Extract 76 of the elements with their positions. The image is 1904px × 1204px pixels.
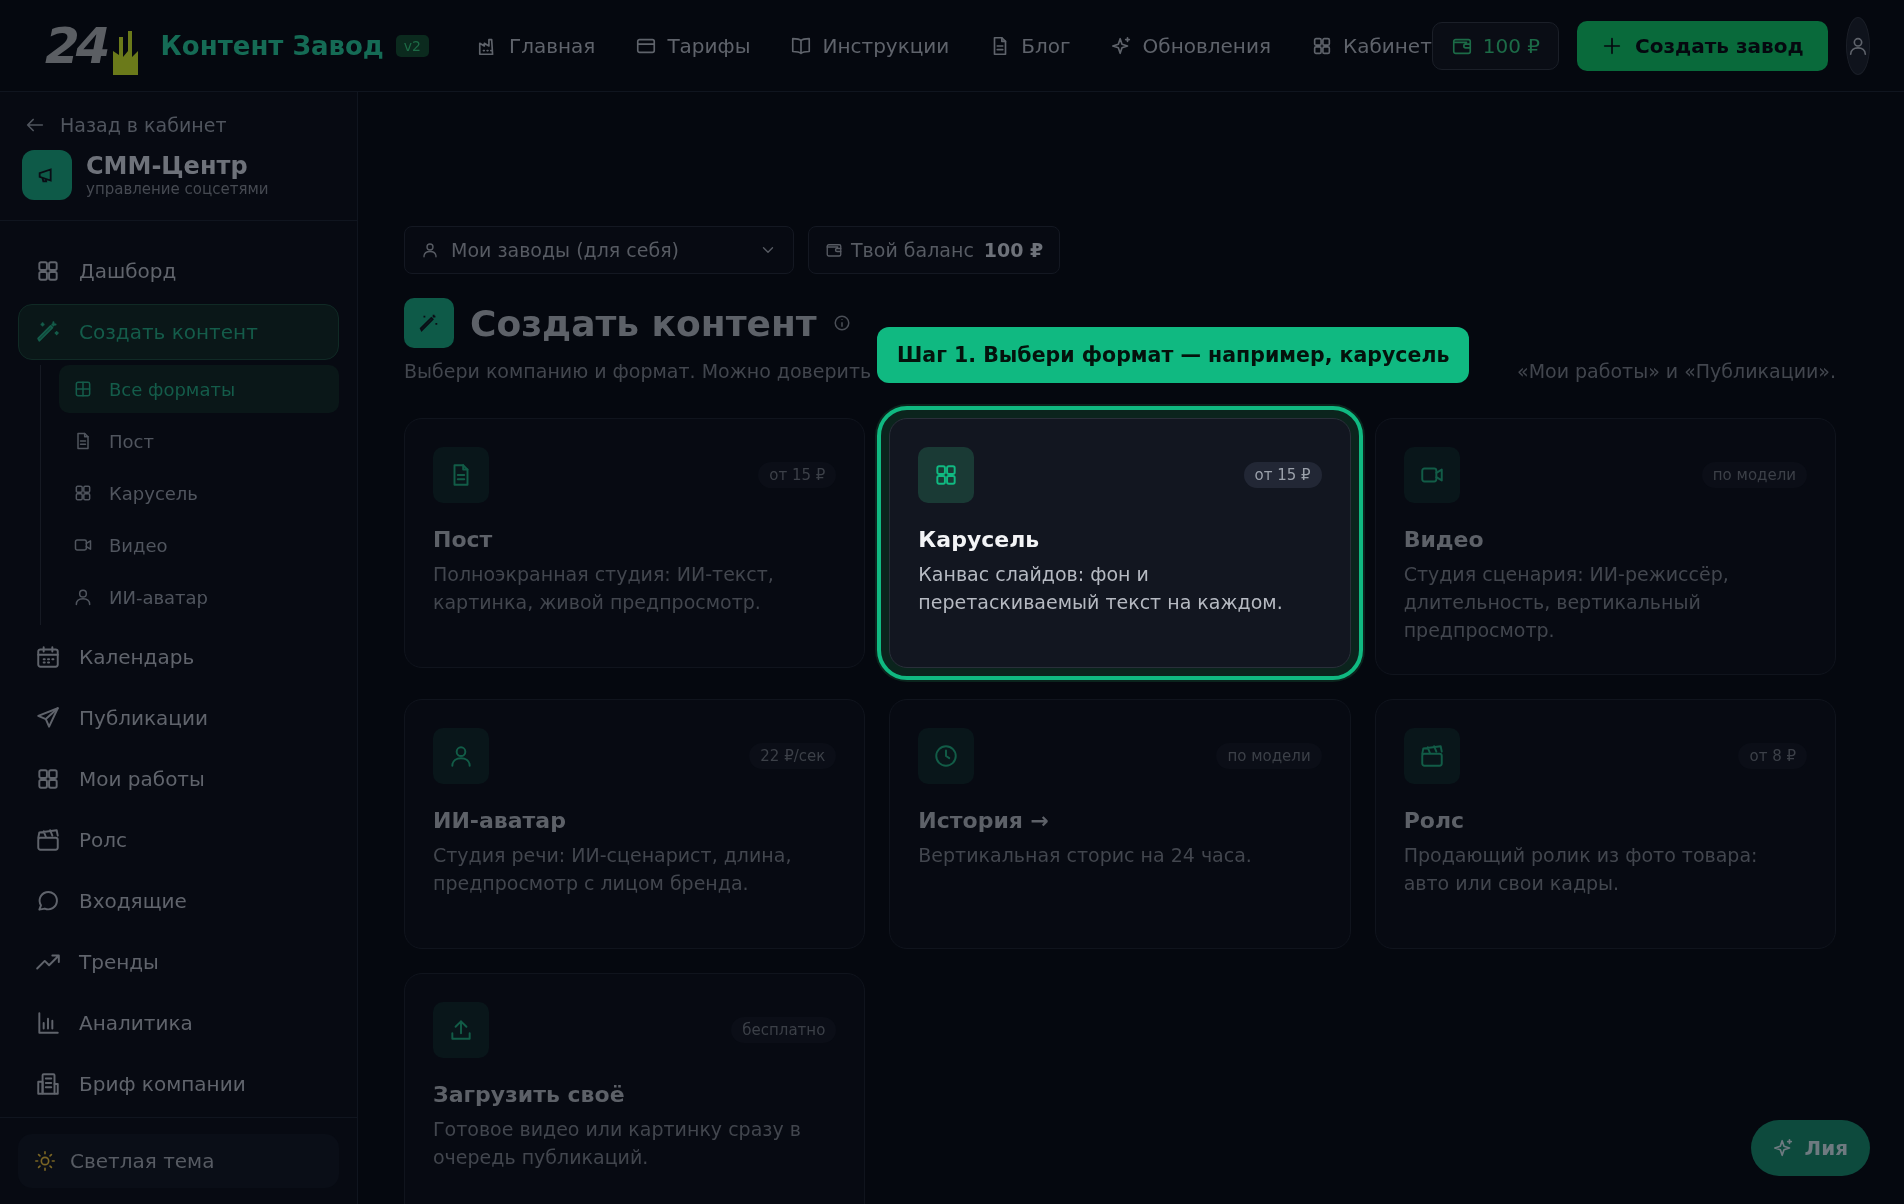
sidebar-item[interactable]: Тренды <box>18 934 339 990</box>
clapperboard-icon <box>35 827 61 853</box>
company-subtitle: управление соцсетями <box>86 180 269 198</box>
megaphone-icon <box>22 150 72 200</box>
theme-toggle[interactable]: Светлая тема <box>18 1134 339 1188</box>
sidebar-subitem[interactable]: Пост <box>59 417 339 465</box>
nav-link[interactable]: Обновления <box>1110 33 1271 58</box>
grid-icon <box>73 483 93 503</box>
card-title: Видео <box>1403 527 1485 552</box>
sidebar-subitem[interactable]: Все форматы <box>59 365 339 413</box>
sidebar-item[interactable]: Мои работы <box>18 751 339 807</box>
upload-icon <box>448 1017 474 1043</box>
page-subtitle: «Мои работы» и «Публикации». <box>1517 360 1836 382</box>
sidebar-item[interactable]: Аналитика <box>18 995 339 1051</box>
balance-chip: Твой баланс 100 ₽ <box>808 226 1061 274</box>
card-title: ИИ-аватар <box>433 808 567 833</box>
table-icon <box>73 379 93 399</box>
card-description: Полноэкранная студия: ИИ-текст, картинка, живой предпросмотр. <box>433 562 775 615</box>
nav-link[interactable]: Тарифы <box>635 33 751 58</box>
card-description: Вертикальная сторис на 24 часа. <box>918 843 1253 868</box>
grid-icon <box>35 258 61 284</box>
card-description: Канвас слайдов: фон и перетаскиваемый текст на каждом. <box>918 562 1284 615</box>
sidebar-item[interactable]: Входящие <box>18 873 339 929</box>
clock-icon <box>933 743 960 769</box>
nav-link[interactable]: Главная <box>477 33 596 58</box>
sidebar-item[interactable]: Публикации <box>18 690 339 746</box>
version-badge: v2 <box>395 34 429 57</box>
card-title: Пост <box>433 527 494 552</box>
card-title: Карусель <box>918 527 1041 552</box>
card-description: Готовое видео или картинку сразу в очередь публикаций. <box>433 1117 802 1170</box>
paper-plane-icon <box>35 705 61 731</box>
nav-link[interactable]: Кабинет <box>1311 33 1432 58</box>
sparkles-icon <box>1772 1137 1795 1159</box>
factory-select[interactable]: Мои заводы (для себя) <box>404 226 794 274</box>
card-description: Студия сценария: ИИ-режиссёр, длительность, вертикальный предпросмотр. <box>1403 562 1730 643</box>
page-subtitle: Выбери компанию и формат. Можно доверить <box>404 360 872 382</box>
sidebar-item[interactable]: Бриф компании <box>18 1056 339 1112</box>
sidebar-item[interactable]: Создать контент <box>18 304 339 360</box>
sparkles-icon <box>1110 34 1133 57</box>
sidebar-item[interactable]: Дашборд <box>18 243 339 299</box>
company-name: СММ-Центр <box>86 152 249 180</box>
calendar-icon <box>35 644 61 670</box>
sidebar-subitem[interactable]: Карусель <box>59 469 339 517</box>
grid-icon <box>35 766 61 792</box>
person-icon <box>421 241 439 259</box>
logo[interactable]: 24 <box>45 16 107 75</box>
magic-wand-icon <box>404 298 454 348</box>
card-description: Продающий ролик из фото товара: авто или свои кадры. <box>1403 843 1759 896</box>
card-title: История → <box>918 808 1051 833</box>
create-factory-button[interactable]: Создать завод <box>1577 20 1828 71</box>
tour-tooltip: Шаг 1. Выбери формат — например, карусель <box>877 327 1470 383</box>
page-title: Создать контент <box>470 302 817 344</box>
back-link[interactable]: Назад в кабинет <box>24 114 333 136</box>
card-title: Загрузить своё <box>433 1082 626 1107</box>
sidebar-subitem[interactable]: Видео <box>59 521 339 569</box>
balance-pill[interactable]: 100 ₽ <box>1431 21 1560 70</box>
brand-name[interactable]: Контент Завод <box>160 30 384 61</box>
card-title: Ролс <box>1403 808 1466 833</box>
person-icon <box>73 587 93 607</box>
sidebar-item[interactable]: Календарь <box>18 629 339 685</box>
clapperboard-icon <box>1418 743 1445 769</box>
price-badge: от 15 ₽ <box>1243 462 1322 488</box>
card-description: Студия речи: ИИ-сценарист, длина, предпросмотр с лицом бренда. <box>433 843 793 896</box>
wallet-icon <box>825 241 843 259</box>
chat-bubble-icon <box>35 888 61 914</box>
sidebar-item[interactable]: Ролс <box>18 812 339 868</box>
assistant-button[interactable]: Лия <box>1750 1120 1870 1176</box>
nav-link[interactable]: Блог <box>989 33 1071 58</box>
info-icon[interactable] <box>832 314 851 332</box>
sidebar-subitem[interactable]: ИИ-аватар <box>59 573 339 621</box>
sun-icon <box>34 1150 56 1172</box>
nav-link[interactable]: Инструкции <box>790 33 950 58</box>
building-icon <box>35 1071 61 1097</box>
bar-chart-icon <box>35 1010 61 1036</box>
magic-wand-icon <box>35 319 61 345</box>
person-icon <box>448 743 474 769</box>
